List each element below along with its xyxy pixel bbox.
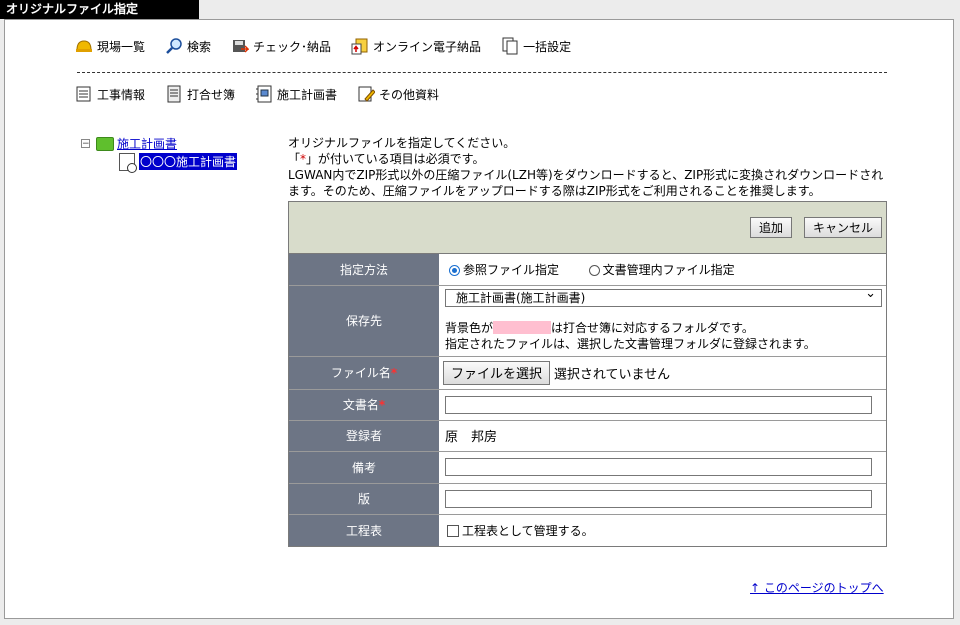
tree-child: 〇〇〇施工計画書 — [119, 152, 238, 173]
instruction-line-3: LGWAN内でZIP形式以外の圧縮ファイル(LZH等)をダウンロードすると、ZI… — [288, 168, 884, 198]
docname-required-mark: * — [378, 398, 386, 412]
cancel-button[interactable]: キャンセル — [804, 217, 883, 238]
nav-construction-plan[interactable]: 施工計画書 — [255, 85, 337, 103]
destination-note-1: 背景色が は打合せ簿に対応するフォルダです。 — [445, 320, 885, 336]
top-nav: 現場一覧 検索 チェック･納品 オンライン電子納品 一括設定 — [75, 37, 591, 55]
folder-tree: − 施工計画書 〇〇〇施工計画書 — [81, 135, 238, 173]
schedule-checkbox-label[interactable]: 工程表として管理する。 — [462, 524, 594, 538]
remarks-label: 備考 — [289, 450, 439, 483]
method-label: 指定方法 — [289, 254, 439, 285]
nav-construction-info-label: 工事情報 — [97, 87, 146, 102]
row-registrant: 登録者 原 邦房 — [289, 419, 886, 451]
schedule-value: 工程表として管理する。 — [439, 513, 886, 546]
notepad-icon — [76, 86, 91, 102]
nav-check-delivery[interactable]: チェック･納品 — [231, 37, 331, 55]
remarks-value — [439, 450, 886, 483]
document-icon — [119, 152, 137, 173]
file-label: ファイル名* — [289, 355, 439, 389]
nav-construction-plan-label: 施工計画書 — [277, 87, 338, 102]
tree-root-link[interactable]: 施工計画書 — [117, 135, 177, 152]
tree-root: − 施工計画書 — [81, 135, 237, 152]
form-panel: 追加 キャンセル 指定方法 参照ファイル指定 文書管理内ファイル指定 保存先 施… — [288, 201, 887, 547]
row-method: 指定方法 参照ファイル指定 文書管理内ファイル指定 — [289, 254, 886, 285]
nav-online-delivery-label: オンライン電子納品 — [373, 39, 482, 54]
folder-icon — [96, 136, 114, 151]
instructions: オリジナルファイルを指定してください。 「*」が付いている項目は必須です。 LG… — [288, 135, 888, 199]
nav-bulk-settings-label: 一括設定 — [523, 39, 572, 54]
sub-nav: 工事情報 打合せ簿 施工計画書 その他資料 — [75, 85, 459, 103]
row-version: 版 — [289, 482, 886, 514]
row-destination: 保存先 施工計画書(施工計画書) 背景色が は打合せ簿に対応するフォルダです。 指… — [289, 284, 886, 356]
pencil-note-icon — [358, 86, 376, 102]
color-swatch — [493, 320, 552, 334]
instruction-line-2: 「*」が付いている項目は必須です。 — [288, 151, 888, 167]
schedule-checkbox[interactable] — [447, 524, 459, 537]
tree-child-selected[interactable]: 〇〇〇施工計画書 — [139, 153, 238, 170]
nav-meeting-records-label: 打合せ簿 — [187, 87, 236, 102]
pages-icon — [502, 37, 518, 55]
nav-other-materials[interactable]: その他資料 — [357, 85, 439, 103]
nav-site-list[interactable]: 現場一覧 — [75, 37, 145, 55]
nav-divider — [77, 72, 887, 73]
choose-file-button[interactable]: ファイルを選択 — [443, 360, 551, 385]
file-required-mark: * — [390, 366, 398, 380]
nav-other-materials-label: その他資料 — [379, 87, 440, 102]
instruction-line-2-text: 」が付いている項目は必須です。 — [306, 152, 485, 166]
magnifier-icon — [166, 38, 182, 54]
radio-docmgmt-file-label[interactable]: 文書管理内ファイル指定 — [603, 263, 735, 277]
file-label-text: ファイル名 — [330, 366, 391, 380]
nav-search[interactable]: 検索 — [165, 37, 211, 55]
destination-select[interactable]: 施工計画書(施工計画書) — [445, 286, 882, 307]
docname-label: 文書名* — [289, 388, 439, 420]
destination-value: 施工計画書(施工計画書) 背景色が は打合せ簿に対応するフォルダです。 指定された… — [439, 284, 886, 356]
registrant-value: 原 邦房 — [439, 419, 886, 451]
version-value — [439, 482, 886, 514]
method-value: 参照ファイル指定 文書管理内ファイル指定 — [439, 254, 886, 285]
schedule-label: 工程表 — [289, 513, 439, 546]
back-to-top-link[interactable]: ↑ このページのトップへ — [750, 579, 884, 596]
helmet-icon — [76, 40, 92, 52]
docname-input[interactable] — [445, 395, 872, 414]
version-label: 版 — [289, 482, 439, 514]
file-status: 選択されていません — [553, 367, 671, 382]
docname-label-text: 文書名 — [342, 398, 379, 412]
file-value: ファイルを選択 選択されていません — [439, 355, 886, 389]
docname-value — [439, 388, 886, 420]
disk-icon — [233, 40, 250, 53]
registrant-label: 登録者 — [289, 419, 439, 451]
row-file: ファイル名* ファイルを選択 選択されていません — [289, 355, 886, 389]
nav-online-delivery[interactable]: オンライン電子納品 — [351, 37, 481, 55]
row-remarks: 備考 — [289, 450, 886, 483]
form-table: 指定方法 参照ファイル指定 文書管理内ファイル指定 保存先 施工計画書(施工計画… — [289, 254, 886, 546]
radio-docmgmt-file[interactable] — [588, 264, 600, 276]
window-title: オリジナルファイル指定 — [0, 0, 199, 19]
radio-reference-file-label[interactable]: 参照ファイル指定 — [463, 263, 559, 277]
add-button[interactable]: 追加 — [750, 217, 793, 238]
nav-search-label: 検索 — [187, 39, 212, 54]
upload-icon — [351, 38, 368, 55]
instruction-line-1: オリジナルファイルを指定してください。 — [288, 136, 516, 150]
nav-bulk-settings[interactable]: 一括設定 — [501, 37, 571, 55]
destination-note-2: 指定されたファイルは、選択した文書管理フォルダに登録されます。 — [445, 336, 816, 351]
destination-note-1-post: は打合せ簿に対応するフォルダです。 — [551, 320, 754, 335]
binder-icon — [256, 85, 272, 103]
main-frame: 現場一覧 検索 チェック･納品 オンライン電子納品 一括設定 工事情報 打合せ簿 — [4, 19, 954, 619]
collapse-toggle[interactable]: − — [81, 139, 90, 149]
row-schedule: 工程表 工程表として管理する。 — [289, 513, 886, 546]
nav-meeting-records[interactable]: 打合せ簿 — [165, 85, 235, 103]
remarks-input[interactable] — [445, 458, 872, 476]
radio-reference-file[interactable] — [449, 264, 460, 276]
nav-check-delivery-label: チェック･納品 — [253, 39, 332, 54]
row-docname: 文書名* — [289, 388, 886, 420]
bracket-open: 「 — [288, 152, 301, 166]
version-input[interactable] — [445, 489, 872, 508]
nav-site-list-label: 現場一覧 — [97, 39, 146, 54]
nav-construction-info[interactable]: 工事情報 — [75, 85, 145, 103]
destination-note-1-pre: 背景色が — [445, 320, 494, 335]
destination-label: 保存先 — [289, 284, 439, 356]
form-header: 追加 キャンセル — [289, 202, 886, 254]
sheet-icon — [167, 85, 181, 103]
